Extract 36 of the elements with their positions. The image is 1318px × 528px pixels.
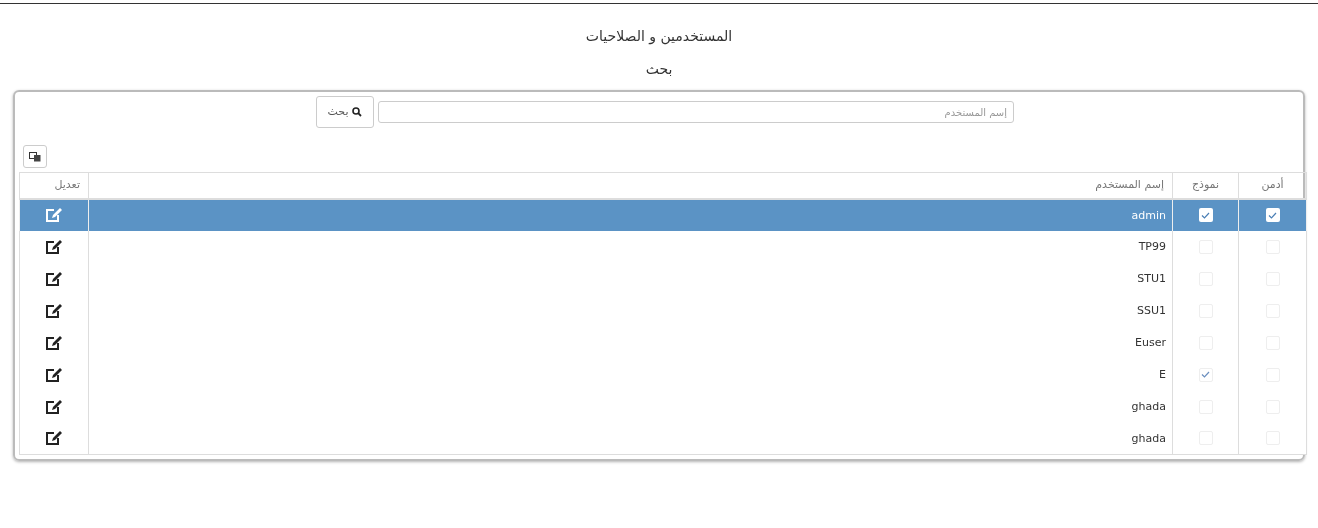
table-row[interactable]: STU1 <box>19 262 1307 295</box>
username-text: Euser <box>1135 335 1166 349</box>
edit-icon[interactable] <box>45 366 63 383</box>
table-row[interactable]: TP99 <box>19 230 1307 263</box>
username-text: TP99 <box>1138 239 1166 253</box>
username-text: admin <box>1131 208 1166 222</box>
search-icon <box>352 107 363 117</box>
username-text: E <box>1159 367 1166 381</box>
edit-icon[interactable] <box>45 334 63 351</box>
table-row[interactable]: ghada <box>19 390 1307 423</box>
checkbox[interactable] <box>1265 208 1280 222</box>
username-text: ghada <box>1131 431 1166 445</box>
edit-icon[interactable] <box>45 302 63 319</box>
column-header: أدمن <box>1261 178 1284 191</box>
column-header: تعديل <box>54 178 80 191</box>
edit-icon[interactable] <box>45 398 63 415</box>
table-row[interactable]: E <box>19 358 1307 391</box>
username-text: SSU1 <box>1137 303 1166 317</box>
table-row[interactable]: ghada <box>19 422 1307 455</box>
username-text: ghada <box>1131 399 1166 413</box>
username-text: STU1 <box>1137 271 1166 285</box>
column-header: نموذج <box>1191 178 1220 191</box>
section-title: بحث <box>645 60 673 79</box>
table-row[interactable]: SSU1 <box>19 294 1307 327</box>
edit-icon[interactable] <box>45 430 63 447</box>
checkbox[interactable] <box>1198 208 1213 222</box>
search-button[interactable]: بحث <box>316 96 374 128</box>
column-header: إسم المستخدم <box>1095 178 1164 191</box>
checkbox[interactable] <box>1198 367 1213 382</box>
edit-icon[interactable] <box>45 270 63 287</box>
edit-icon[interactable] <box>45 238 63 255</box>
page-title: المستخدمين و الصلاحيات <box>585 27 733 47</box>
table-row[interactable]: Euser <box>19 326 1307 359</box>
export-button[interactable] <box>23 145 47 168</box>
copy-icon <box>29 151 41 162</box>
search-field[interactable]: إسم المستخدم <box>378 101 1014 123</box>
